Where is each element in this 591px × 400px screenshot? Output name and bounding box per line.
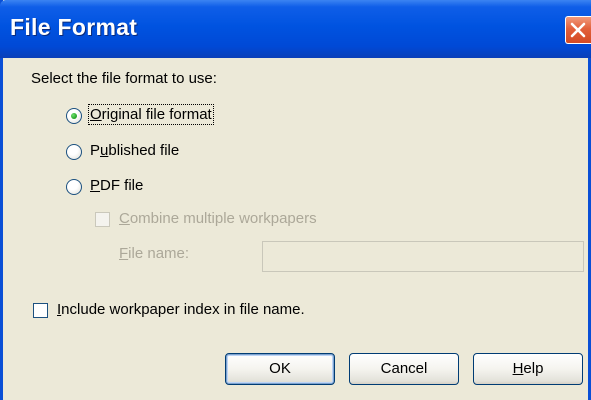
cancel-button[interactable]: Cancel xyxy=(349,353,459,385)
radio-selected-dot xyxy=(71,113,77,119)
radio-original-format-label[interactable]: Original file format xyxy=(88,104,214,125)
close-button[interactable] xyxy=(565,16,591,44)
file-name-label: File name: xyxy=(119,245,190,262)
help-button[interactable]: Help xyxy=(473,353,583,385)
file-format-dialog: File Format Select the file format to us… xyxy=(0,0,591,400)
radio-pdf-file[interactable] xyxy=(66,179,82,195)
ok-button[interactable]: OK xyxy=(225,353,335,385)
combine-workpapers-label: Combine multiple workpapers xyxy=(119,210,317,227)
prompt-label: Select the file format to use: xyxy=(31,70,217,87)
combine-workpapers-checkbox xyxy=(95,212,110,227)
close-icon xyxy=(570,22,586,38)
radio-published-file-label[interactable]: Published file xyxy=(90,142,179,159)
include-index-checkbox[interactable] xyxy=(33,303,48,318)
dialog-title: File Format xyxy=(10,14,138,40)
radio-published-file[interactable] xyxy=(66,144,82,160)
include-index-label[interactable]: Include workpaper index in file name. xyxy=(57,301,305,318)
file-name-input xyxy=(262,241,584,272)
dialog-body: Select the file format to use: Original … xyxy=(3,58,588,400)
radio-pdf-file-label[interactable]: PDF file xyxy=(90,177,143,194)
title-bar[interactable]: File Format xyxy=(0,0,591,58)
radio-original-format[interactable] xyxy=(66,108,82,124)
